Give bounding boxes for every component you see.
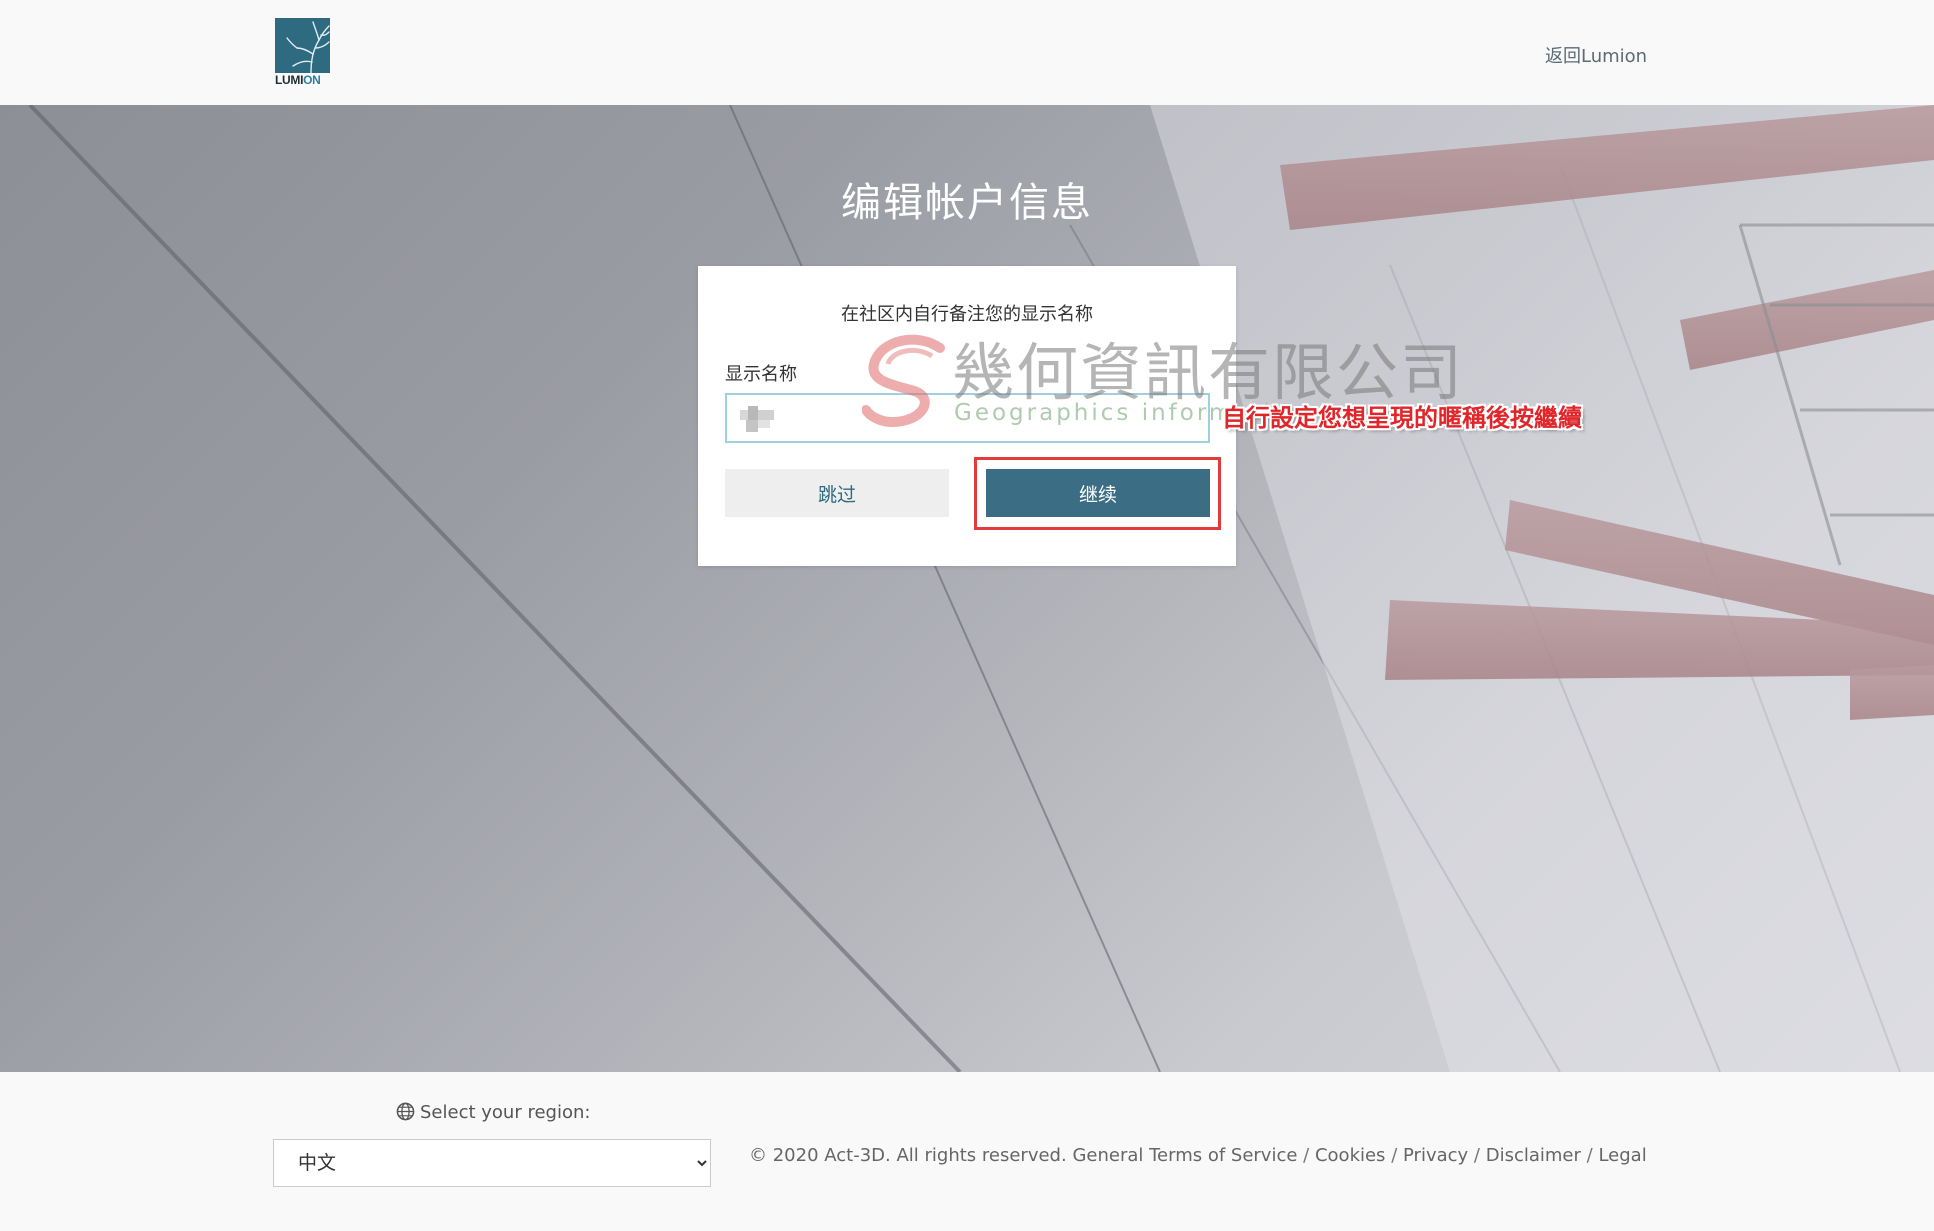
continue-button[interactable]: 继续 [986,469,1210,517]
link-general-terms[interactable]: General Terms of Service [1072,1145,1297,1166]
tree-icon [275,18,330,73]
back-to-lumion-link[interactable]: 返回Lumion [1545,42,1647,68]
display-name-input[interactable] [725,393,1210,443]
lumion-logo[interactable]: LUMION [275,18,330,88]
link-privacy[interactable]: Privacy [1403,1145,1468,1166]
copyright-text: © 2020 Act-3D. All rights reserved. [749,1145,1067,1166]
link-disclaimer[interactable]: Disclaimer [1486,1145,1581,1166]
site-footer: Select your region: 中文 © 2020 Act-3D. Al… [0,1072,1934,1231]
annotation-note: 自行設定您想呈現的暱稱後按繼續 [1222,404,1582,432]
link-cookies[interactable]: Cookies [1315,1145,1385,1166]
page-title: 编辑帐户信息 [841,180,1093,226]
site-header: LUMION 返回Lumion [0,0,1934,105]
region-label: Select your region: [396,1102,590,1123]
globe-icon [396,1102,415,1121]
skip-button[interactable]: 跳过 [725,469,949,517]
blurred-display-name [740,406,774,432]
edit-account-dialog: 在社区内自行备注您的显示名称 显示名称 跳过 继续 [698,266,1236,566]
link-separator: / [1303,1145,1310,1166]
region-select[interactable]: 中文 [273,1139,711,1187]
display-name-label: 显示名称 [725,364,797,385]
logo-wordmark: LUMION [275,73,321,87]
link-legal[interactable]: Legal [1598,1145,1646,1166]
copyright-line: © 2020 Act-3D. All rights reserved. Gene… [749,1145,1647,1166]
dialog-subtitle: 在社区内自行备注您的显示名称 [841,304,1093,325]
link-separator: / [1391,1145,1398,1166]
concrete-background-image [28,105,1934,1072]
hero-section: 编辑帐户信息 在社区内自行备注您的显示名称 显示名称 跳过 继续 幾何資訊有限公… [0,105,1934,1072]
link-separator: / [1586,1145,1593,1166]
link-separator: / [1473,1145,1480,1166]
